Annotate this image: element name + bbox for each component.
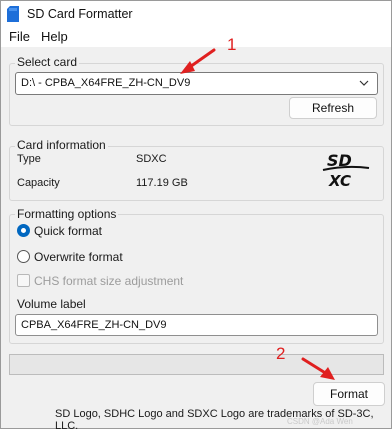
sd-card-app-icon xyxy=(7,6,19,22)
chevron-down-icon xyxy=(359,80,369,86)
select-card-label: Select card xyxy=(15,55,80,69)
type-label: Type xyxy=(17,153,41,165)
annotation-number-1: 1 xyxy=(227,35,237,54)
sdxc-logo-bottom-text: XC xyxy=(328,172,351,188)
capacity-value: 117.19 GB xyxy=(136,177,188,189)
quick-format-label[interactable]: Quick format xyxy=(34,224,102,238)
type-value: SDXC xyxy=(136,153,167,165)
formatting-options-label: Formatting options xyxy=(15,207,119,221)
title-bar: SD Card Formatter xyxy=(1,1,391,27)
format-button[interactable]: Format xyxy=(313,382,385,406)
window-title: SD Card Formatter xyxy=(27,7,133,21)
sdxc-logo: SD XC xyxy=(322,151,370,188)
annotation-arrow-2-icon xyxy=(301,357,335,380)
menu-bar: File Help xyxy=(1,27,391,47)
annotation-arrow-1-icon xyxy=(180,48,216,74)
capacity-label: Capacity xyxy=(17,177,60,189)
annotation-number-2: 2 xyxy=(276,344,286,363)
overwrite-format-label[interactable]: Overwrite format xyxy=(34,250,123,264)
overwrite-format-radio[interactable] xyxy=(17,250,30,263)
quick-format-radio[interactable] xyxy=(17,224,30,237)
volume-label-input[interactable]: CPBA_X64FRE_ZH-CN_DV9 xyxy=(15,314,378,336)
menu-help[interactable]: Help xyxy=(41,29,68,44)
card-information-label: Card information xyxy=(15,138,108,152)
chs-adjustment-checkbox[interactable] xyxy=(17,274,30,287)
volume-label-caption: Volume label xyxy=(17,297,86,311)
menu-file[interactable]: File xyxy=(9,29,30,44)
volume-label-value: CPBA_X64FRE_ZH-CN_DV9 xyxy=(21,319,167,331)
card-select-value: D:\ - CPBA_X64FRE_ZH-CN_DV9 xyxy=(21,77,191,89)
chs-adjustment-label: CHS format size adjustment xyxy=(34,274,184,288)
refresh-button[interactable]: Refresh xyxy=(289,97,377,119)
watermark: CSDN @Ada Wen xyxy=(287,417,353,426)
